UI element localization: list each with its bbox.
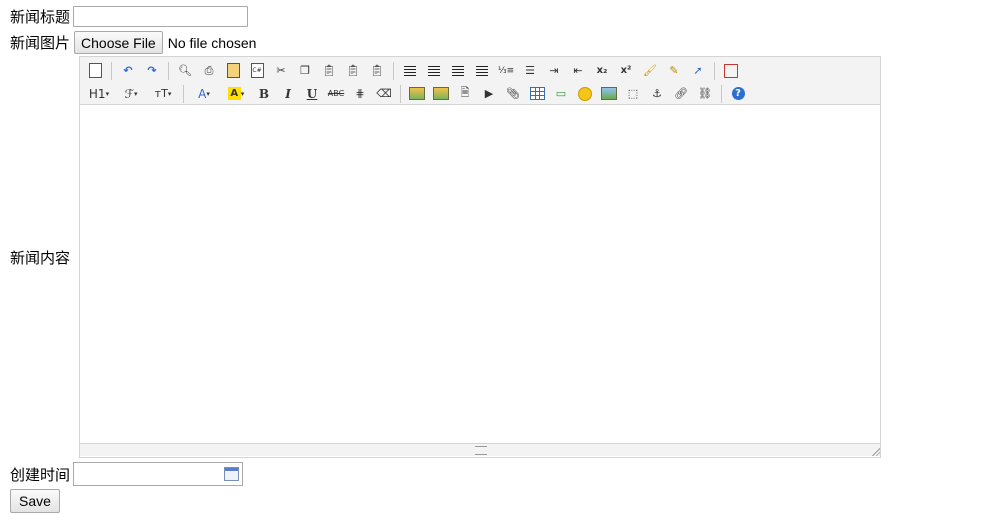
corner-grip-icon[interactable] (872, 448, 880, 456)
toolbar-row-2: H1 ▾ ℱ ▾ тT ▾ A ▾ A ▾ B I U ABC ⋕ ⌫ 🗎︎ ▶ 📎︎ ▭… (83, 82, 880, 105)
align-left-icon[interactable] (400, 61, 420, 81)
created-label: 创建时间 (10, 465, 71, 484)
code-icon[interactable]: C# (247, 61, 267, 81)
help-icon[interactable]: ? (728, 84, 748, 104)
toolbar-row-1: ↶ ↷ 🔍︎ ⎙ C# ✂ ❐ 📋︎ 📋︎ 📋︎ ⅓≡ ☰ ⇥ ⇤ x₂ x² … (83, 59, 880, 82)
unordered-list-icon[interactable]: ☰ (520, 61, 540, 81)
font-size-dropdown[interactable]: тT ▾ (149, 84, 177, 104)
table-icon[interactable] (527, 84, 547, 104)
title-row: 新闻标题 (10, 6, 249, 27)
undo-icon[interactable]: ↶ (118, 61, 138, 81)
editor-statusbar (80, 443, 880, 456)
date-input[interactable] (73, 462, 244, 486)
source-icon[interactable] (85, 61, 105, 81)
font-size-label: тT (154, 87, 168, 100)
template-icon[interactable] (223, 61, 243, 81)
heading-dropdown[interactable]: H1 ▾ (85, 84, 113, 104)
highlight-label: A (227, 87, 241, 100)
paste-word-icon[interactable]: 📋︎ (367, 61, 387, 81)
ordered-list-icon[interactable]: ⅓≡ (496, 61, 516, 81)
page-break-icon[interactable]: ⬚ (623, 84, 643, 104)
editor-content-area[interactable] (80, 105, 880, 443)
subscript-icon[interactable]: x₂ (592, 61, 612, 81)
emoticon-icon[interactable] (575, 84, 595, 104)
cut-icon[interactable]: ✂ (271, 61, 291, 81)
calendar-icon[interactable] (224, 467, 240, 481)
rich-text-editor: ↶ ↷ 🔍︎ ⎙ C# ✂ ❐ 📋︎ 📋︎ 📋︎ ⅓≡ ☰ ⇥ ⇤ x₂ x² … (79, 56, 881, 458)
resize-handle-icon[interactable] (475, 446, 487, 455)
select-all-icon[interactable]: ➚ (688, 61, 708, 81)
eraser-icon[interactable]: ⌫ (374, 84, 394, 104)
horizontal-rule-icon[interactable]: ⋕ (350, 84, 370, 104)
toolbar-separator (714, 61, 715, 80)
video-icon[interactable]: ▶ (479, 84, 499, 104)
toolbar-separator (721, 84, 722, 103)
print-icon[interactable]: ⎙ (199, 61, 219, 81)
choose-file-button[interactable]: Choose File (74, 31, 163, 54)
paste-text-icon[interactable]: 📋︎ (343, 61, 363, 81)
toolbar-separator (393, 61, 394, 80)
outdent-icon[interactable]: ⇤ (568, 61, 588, 81)
toolbar-separator (168, 61, 169, 80)
insert-multi-image-icon[interactable] (431, 84, 451, 104)
file-status: No file chosen (167, 34, 257, 51)
justify-icon[interactable] (472, 61, 492, 81)
title-input[interactable] (73, 6, 249, 27)
font-family-dropdown[interactable]: ℱ ▾ (117, 84, 145, 104)
paste-icon[interactable]: 📋︎ (319, 61, 339, 81)
content-label: 新闻内容 (10, 249, 71, 267)
align-center-icon[interactable] (424, 61, 444, 81)
file-picker: Choose File No file chosen (74, 31, 256, 54)
heading-label: H1 (88, 86, 106, 101)
preview-icon[interactable]: 🔍︎ (175, 61, 195, 81)
quick-format-icon[interactable]: ✎ (664, 61, 684, 81)
highlight-dropdown[interactable]: A ▾ (222, 84, 250, 104)
flash-icon[interactable]: 🗎︎ (455, 84, 475, 104)
fullscreen-icon[interactable] (721, 61, 741, 81)
italic-button[interactable]: I (278, 84, 298, 104)
chevron-down-icon: ▾ (167, 89, 172, 98)
toolbar-separator (111, 61, 112, 80)
link-icon[interactable]: 🔗︎ (671, 84, 691, 104)
insert-row-icon[interactable]: ▭ (551, 84, 571, 104)
bold-button[interactable]: B (254, 84, 274, 104)
chevron-down-icon: ▾ (133, 89, 138, 98)
content-row: 新闻内容 (10, 247, 70, 268)
chevron-down-icon: ▾ (240, 89, 245, 98)
superscript-icon[interactable]: x² (616, 61, 636, 81)
font-color-label: A (198, 86, 207, 101)
chevron-down-icon: ▾ (206, 89, 210, 98)
font-color-dropdown[interactable]: A ▾ (190, 84, 218, 104)
insert-image-icon[interactable] (407, 84, 427, 104)
strikethrough-button[interactable]: ABC (326, 84, 346, 104)
clear-format-icon[interactable]: 🖌︎ (640, 61, 660, 81)
image-manager-icon[interactable] (599, 84, 619, 104)
editor-toolbar: ↶ ↷ 🔍︎ ⎙ C# ✂ ❐ 📋︎ 📋︎ 📋︎ ⅓≡ ☰ ⇥ ⇤ x₂ x² … (80, 57, 880, 105)
unlink-icon[interactable]: ⛓ (695, 84, 715, 104)
underline-button[interactable]: U (302, 84, 322, 104)
title-label: 新闻标题 (10, 8, 71, 26)
save-button[interactable]: Save (10, 489, 60, 513)
chevron-down-icon: ▾ (105, 89, 110, 98)
attachment-icon[interactable]: 📎︎ (503, 84, 523, 104)
anchor-icon[interactable]: ⚓ (647, 84, 667, 104)
copy-icon[interactable]: ❐ (295, 61, 315, 81)
font-family-label: ℱ (124, 86, 134, 101)
image-row: 新闻图片 Choose File No file chosen (10, 31, 256, 54)
image-label: 新闻图片 (10, 34, 71, 52)
redo-icon[interactable]: ↷ (142, 61, 162, 81)
toolbar-separator (400, 84, 401, 103)
created-row: 创建时间 (10, 462, 244, 486)
indent-icon[interactable]: ⇥ (544, 61, 564, 81)
align-right-icon[interactable] (448, 61, 468, 81)
toolbar-separator (183, 84, 184, 103)
